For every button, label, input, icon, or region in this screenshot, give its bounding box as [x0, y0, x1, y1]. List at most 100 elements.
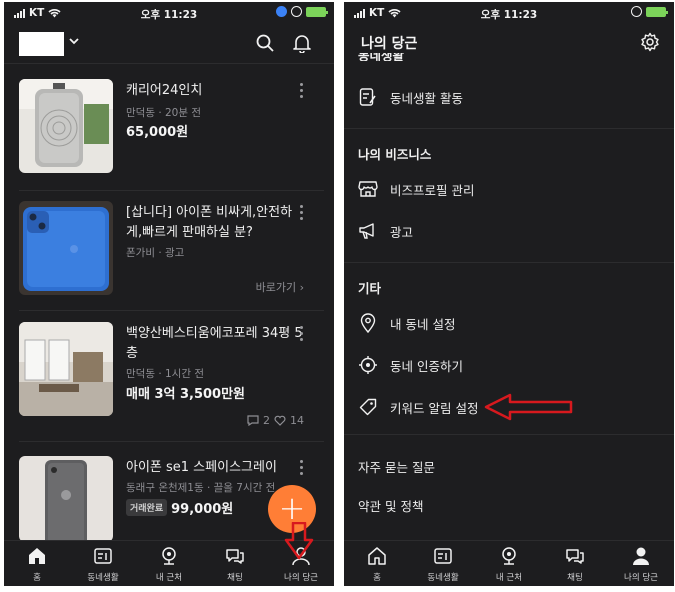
- location-selector-redacted[interactable]: [19, 32, 64, 56]
- tab-nearby[interactable]: 내 근처: [136, 541, 202, 586]
- tab-label: 동네생활: [87, 573, 119, 583]
- listing-price: 99,000원: [171, 502, 234, 517]
- megaphone-icon: [359, 223, 374, 239]
- tab-label: 나의 당근: [284, 573, 318, 583]
- menu-biz-profile[interactable]: 비즈프로필 관리: [358, 174, 674, 204]
- gray-iphone-thumbnail: [19, 456, 113, 542]
- listing-meta: 동래구 온천제1동 · 끌올 7시간 전: [126, 482, 276, 494]
- edit-note-icon: [359, 88, 376, 106]
- menu-neighborhood-settings[interactable]: 내 동네 설정: [358, 308, 674, 338]
- tab-label: 내 근처: [495, 573, 523, 583]
- listing-meta: 만덕동 · 1시간 전: [126, 368, 204, 380]
- annotation-arrow-down: [284, 522, 314, 560]
- listing-meta: 만덕동 · 20분 전: [126, 107, 202, 119]
- menu-label: 비즈프로필 관리: [390, 182, 475, 198]
- tab-neighborhood[interactable]: 동네생활: [410, 541, 476, 586]
- bell-icon[interactable]: [293, 33, 311, 53]
- tab-home[interactable]: 홈: [4, 541, 70, 586]
- go-to-link[interactable]: 바로가기 ›: [256, 279, 304, 295]
- chat-icon: [566, 549, 584, 564]
- comment-icon: [247, 415, 259, 426]
- target-icon: [359, 356, 377, 374]
- store-icon: [358, 181, 378, 197]
- tab-my-karrot[interactable]: 나의 당근: [608, 541, 674, 586]
- listing-title: [삽니다] 아이폰 비싸게,안전하게,빠르게 판매하실 분?: [126, 205, 293, 240]
- location-pin-icon: [502, 547, 516, 565]
- listing-title: 아이폰 se1 스페이스그레이: [126, 460, 277, 475]
- my-page-screen: KT 오후 11:23 나의 당근 동네생활 동네생활 활동 나의 비즈니스 비…: [344, 2, 674, 586]
- divider: [344, 128, 674, 129]
- blue-iphone-thumbnail: [19, 201, 113, 295]
- listing-title: 백양산베스티움에코포레 34평 5층: [126, 326, 303, 361]
- location-pin-icon: [360, 313, 376, 333]
- page-title: 나의 당근: [361, 36, 418, 52]
- menu-neighborhood-activity[interactable]: 동네생활 활동: [358, 82, 674, 112]
- menu-label: 내 동네 설정: [390, 316, 456, 332]
- home-header: [4, 24, 334, 64]
- menu-terms[interactable]: 약관 및 정책: [358, 496, 423, 515]
- listing-price-row: 거래완료 99,000원: [126, 498, 233, 517]
- status-bar: KT 오후 11:23: [344, 2, 674, 24]
- divider: [344, 434, 674, 435]
- battery-icon: [646, 6, 668, 17]
- tab-bar: 홈 동네생활 내 근처 채팅 나의 당근: [344, 540, 674, 586]
- chevron-down-icon[interactable]: [68, 35, 80, 47]
- sold-badge: 거래완료: [126, 499, 168, 516]
- tab-label: 내 근처: [155, 573, 183, 583]
- menu-faq[interactable]: 자주 묻는 질문: [358, 457, 435, 476]
- listing-item[interactable]: 백양산베스티움에코포레 34평 5층 만덕동 · 1시간 전 매매 3억 3,5…: [19, 322, 324, 442]
- listing-item[interactable]: 캐리어24인치 만덕동 · 20분 전 65,000원: [19, 79, 324, 191]
- menu-label: 키워드 알림 설정: [390, 400, 479, 416]
- gear-icon[interactable]: [640, 32, 660, 52]
- go-to-link-label: 바로가기: [255, 281, 297, 294]
- orientation-lock-icon: [631, 6, 642, 17]
- tab-label: 홈: [373, 573, 381, 583]
- orientation-lock-icon: [291, 6, 302, 17]
- more-options-icon[interactable]: [298, 205, 304, 223]
- tab-label: 채팅: [567, 573, 583, 583]
- home-screen: KT 오후 11:23 캐리어24인치 만덕동 · 20분 전 65,000원 …: [4, 2, 334, 586]
- tab-label: 채팅: [227, 573, 243, 583]
- like-count: 14: [290, 414, 304, 427]
- heart-icon: [274, 415, 286, 426]
- menu-label: 광고: [390, 224, 414, 240]
- listing-price: 매매 3억 3,500만원: [126, 387, 246, 402]
- annotation-arrow-left: [484, 393, 573, 421]
- chat-icon: [226, 549, 244, 564]
- menu-label: 동네 인증하기: [390, 358, 463, 374]
- tab-chat[interactable]: 채팅: [542, 541, 608, 586]
- menu-ads[interactable]: 광고: [358, 216, 674, 246]
- suitcase-thumbnail: [19, 79, 113, 173]
- location-services-icon: [276, 6, 287, 17]
- battery-icon: [306, 6, 328, 17]
- listing-meta: 폰가비 · 광고: [126, 247, 185, 259]
- home-icon: [29, 548, 45, 564]
- home-icon: [368, 547, 386, 565]
- tab-neighborhood[interactable]: 동네생활: [70, 541, 136, 586]
- search-icon[interactable]: [255, 33, 275, 53]
- status-time: 오후 11:23: [480, 9, 538, 21]
- listing-price: 65,000원: [126, 125, 189, 140]
- location-pin-icon: [162, 547, 176, 565]
- more-options-icon[interactable]: [298, 83, 304, 101]
- more-options-icon[interactable]: [298, 326, 304, 344]
- section-head-etc: 기타: [358, 281, 382, 296]
- tab-home[interactable]: 홈: [344, 541, 410, 586]
- profile-icon: [633, 547, 649, 565]
- section-head-clipped: 동네생활: [358, 53, 405, 61]
- menu-neighborhood-verify[interactable]: 동네 인증하기: [358, 350, 674, 380]
- tab-label: 홈: [33, 573, 41, 583]
- section-head-business: 나의 비즈니스: [358, 147, 432, 162]
- tag-icon: [359, 398, 377, 416]
- comment-count: 2: [263, 414, 270, 427]
- tab-label: 나의 당근: [624, 573, 658, 583]
- divider: [344, 262, 674, 263]
- tab-label: 동네생활: [427, 573, 459, 583]
- menu-label: 동네생활 활동: [390, 90, 463, 106]
- listing-item[interactable]: [삽니다] 아이폰 비싸게,안전하게,빠르게 판매하실 분? 폰가비 · 광고 …: [19, 201, 324, 311]
- tab-chat[interactable]: 채팅: [202, 541, 268, 586]
- tab-nearby[interactable]: 내 근처: [476, 541, 542, 586]
- apartment-thumbnail: [19, 322, 113, 416]
- more-options-icon[interactable]: [298, 460, 304, 478]
- chevron-right-icon: ›: [299, 281, 304, 294]
